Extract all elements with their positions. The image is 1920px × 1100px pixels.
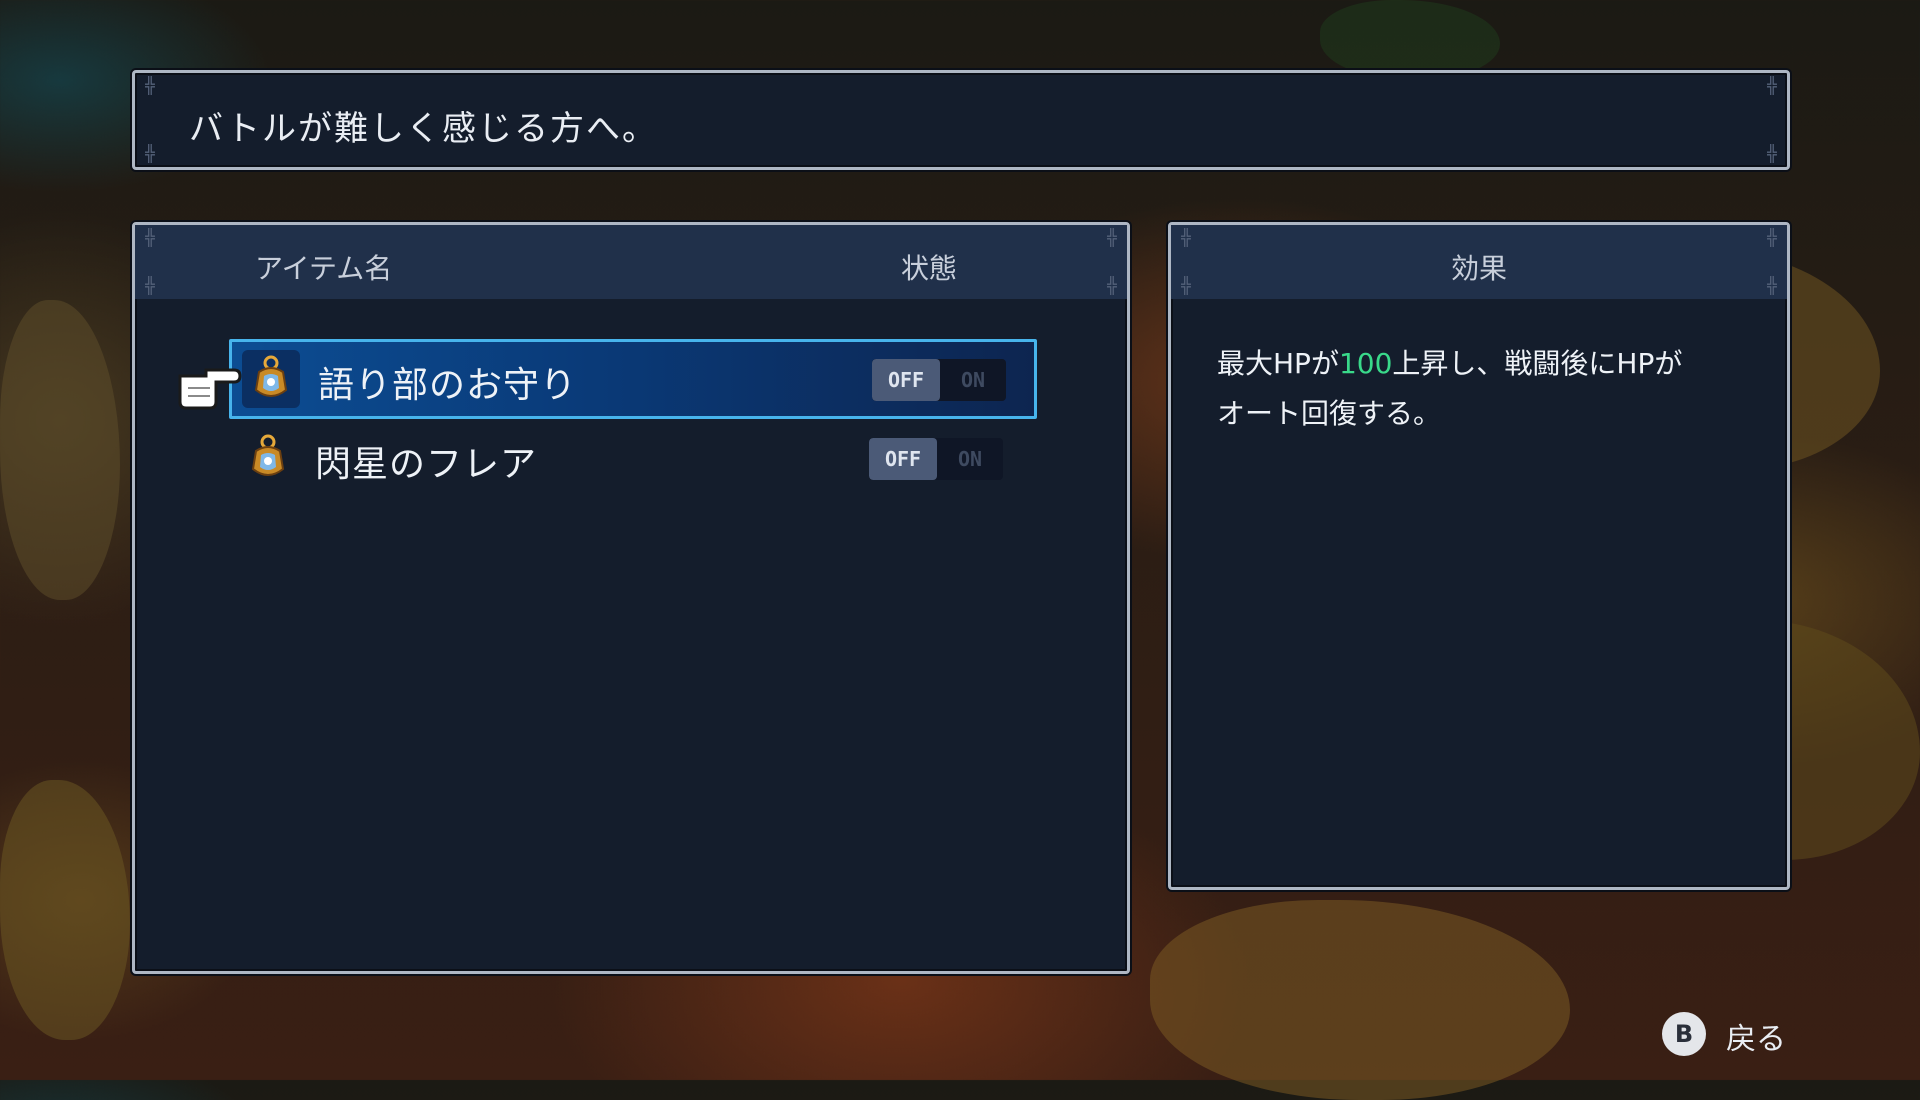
status-column-header: 状態 <box>901 252 958 285</box>
list-item-storyteller-amulet[interactable]: 語り部のお守り OFF ON <box>229 339 1037 419</box>
b-button-icon: B <box>1662 1012 1706 1056</box>
frame-corner-ornament: ╬ <box>1767 228 1777 247</box>
effect-header-label: 効果 <box>1450 252 1507 285</box>
hint-banner: ╬ ╬ ╬ ╬ バトルが難しく感じる方へ。 <box>132 70 1790 170</box>
effect-text-part: 上昇し、戦闘後にHPが <box>1392 347 1683 380</box>
status-toggle[interactable]: OFF ON <box>869 438 1003 480</box>
frame-corner-ornament: ╬ <box>1767 144 1777 163</box>
frame-corner-ornament: ╬ <box>1767 276 1777 295</box>
back-label: 戻る <box>1726 1022 1786 1057</box>
back-button[interactable]: B 戻る <box>1662 1006 1792 1062</box>
bush-decoration <box>1320 0 1500 80</box>
toggle-on-label: ON <box>957 447 983 471</box>
bush-decoration <box>1150 900 1570 1100</box>
frame-corner-ornament: ╬ <box>145 276 155 295</box>
effect-text-line: オート回復する。 <box>1217 397 1442 430</box>
bush-decoration <box>0 300 120 600</box>
toggle-on-label: ON <box>960 368 986 392</box>
frame-corner-ornament: ╬ <box>1107 228 1117 247</box>
item-name-label: 閃星のフレア <box>315 444 538 485</box>
amulet-icon <box>242 350 300 408</box>
frame-corner-ornament: ╬ <box>145 228 155 247</box>
frame-corner-ornament: ╬ <box>145 144 155 163</box>
item-list-panel: アイテム名 状態 ╬ ╬ ╬ ╬ 語り部のお守り OFF ON 閃星のフレア O… <box>132 222 1130 974</box>
list-item-flash-star-flare[interactable]: 閃星のフレア OFF ON <box>229 421 1037 501</box>
status-toggle[interactable]: OFF ON <box>872 359 1006 401</box>
item-name-label: 語り部のお守り <box>318 365 578 406</box>
toggle-off-label: OFF <box>869 438 937 480</box>
effect-text-part: 最大HPが <box>1217 347 1339 380</box>
hint-text: バトルが難しく感じる方へ。 <box>189 109 659 149</box>
frame-corner-ornament: ╬ <box>1181 228 1191 247</box>
frame-corner-ornament: ╬ <box>1181 276 1191 295</box>
list-header: アイテム名 状態 <box>135 225 1127 299</box>
toggle-off-label: OFF <box>872 359 940 401</box>
effect-description: 最大HPが100上昇し、戦闘後にHPが オート回復する。 <box>1217 339 1757 439</box>
effect-panel: 効果 ╬ ╬ ╬ ╬ 最大HPが100上昇し、戦闘後にHPが オート回復する。 <box>1168 222 1790 890</box>
amulet-icon <box>239 429 297 487</box>
bush-decoration <box>0 780 130 1040</box>
frame-corner-ornament: ╬ <box>145 76 155 95</box>
pointing-hand-cursor-icon <box>176 362 242 414</box>
effect-value-highlight: 100 <box>1338 347 1393 380</box>
effect-header: 効果 <box>1171 225 1787 299</box>
frame-corner-ornament: ╬ <box>1107 276 1117 295</box>
item-name-column-header: アイテム名 <box>255 252 393 285</box>
frame-corner-ornament: ╬ <box>1767 76 1777 95</box>
